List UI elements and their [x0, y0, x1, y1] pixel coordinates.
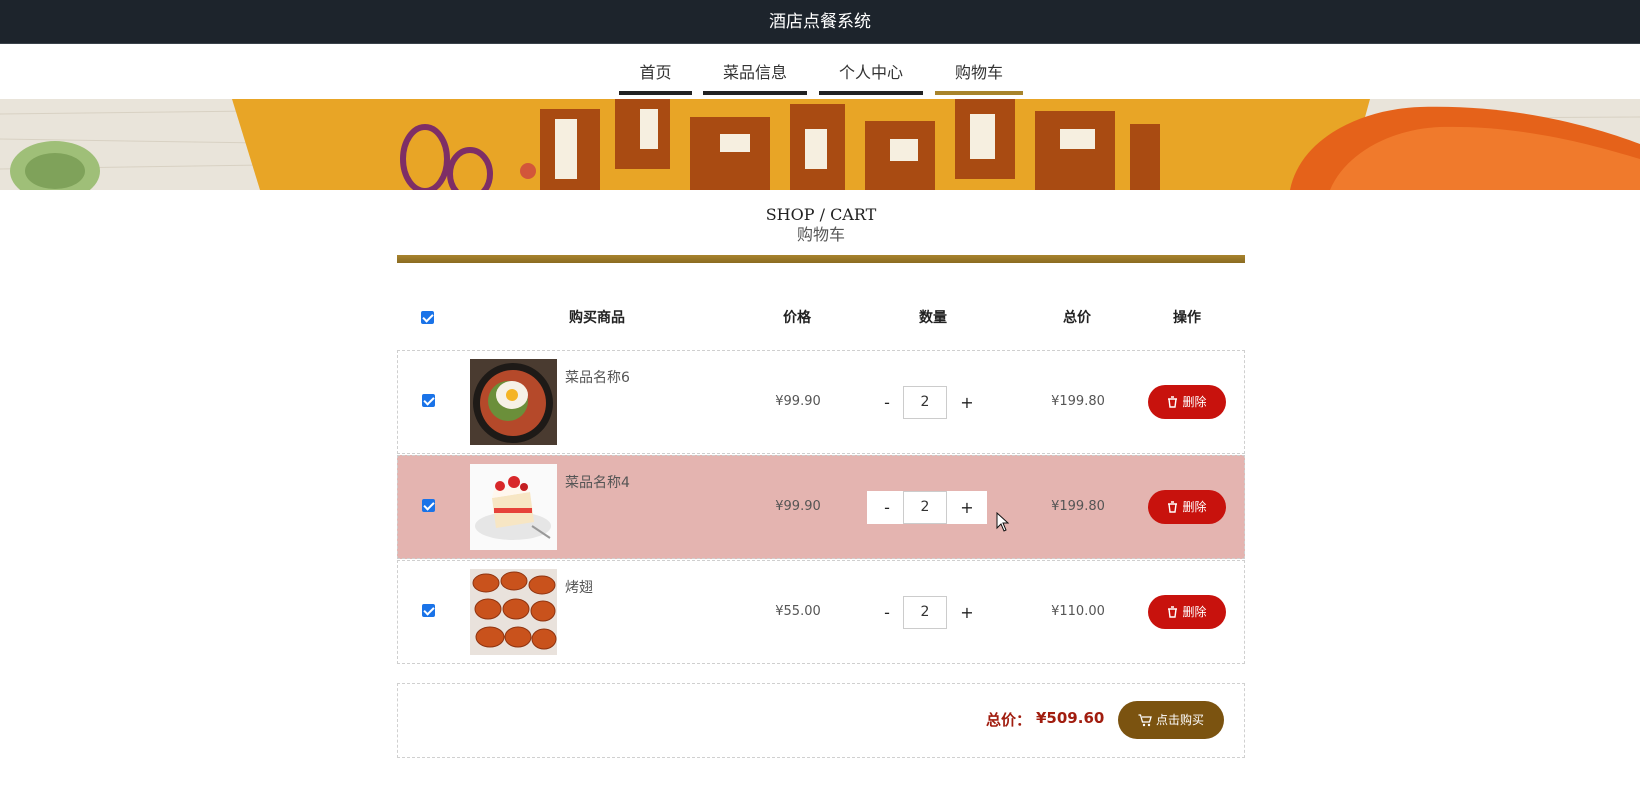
nav-home-label: 首页 [639, 63, 672, 82]
row-total: ¥199.80 [1051, 394, 1105, 409]
nav-profile[interactable]: 个人中心 [819, 58, 923, 95]
unit-price: ¥99.90 [775, 394, 821, 409]
qty-decrease-button[interactable]: - [867, 386, 907, 419]
header-action: 操作 [1173, 310, 1201, 326]
delete-label: 删除 [1182, 500, 1207, 514]
banner-image [0, 99, 1640, 190]
total-label: 总价： [986, 711, 1032, 729]
trash-icon [1167, 492, 1178, 526]
buy-button[interactable]: 点击购买 [1118, 701, 1224, 739]
section-heading: SHOP / CART 购物车 [397, 205, 1245, 245]
main-nav: 首页 菜品信息 个人中心 购物车 [0, 44, 1640, 99]
header-price: 价格 [783, 310, 811, 326]
qty-increase-button[interactable]: + [947, 596, 987, 629]
delete-button[interactable]: 删除 [1148, 490, 1226, 524]
qty-input[interactable]: 2 [903, 491, 947, 524]
delete-button[interactable]: 删除 [1148, 385, 1226, 419]
qty-increase-button[interactable]: + [947, 386, 987, 419]
app-title: 酒店点餐系统 [769, 12, 871, 32]
section-title-en: SHOP / CART [765, 205, 877, 224]
unit-price: ¥99.90 [775, 499, 821, 514]
select-all-checkbox[interactable] [421, 311, 434, 324]
section-divider [397, 255, 1245, 263]
unit-price: ¥55.00 [775, 604, 821, 619]
nav-dishes-label: 菜品信息 [722, 63, 787, 82]
row-total: ¥199.80 [1051, 499, 1105, 514]
dish-name[interactable]: 菜品名称6 [565, 367, 630, 387]
section-title-cn: 购物车 [796, 225, 845, 244]
row-checkbox[interactable] [422, 499, 435, 512]
delete-button[interactable]: 删除 [1148, 595, 1226, 629]
cart-table-header: 购买商品 价格 数量 总价 操作 [397, 298, 1245, 338]
nav-home[interactable]: 首页 [619, 58, 692, 95]
delete-label: 删除 [1182, 395, 1207, 409]
dish-image-cake [470, 464, 557, 550]
app-header: 酒店点餐系统 [0, 0, 1640, 44]
nav-dishes[interactable]: 菜品信息 [703, 58, 807, 95]
cart-icon [1138, 704, 1152, 742]
row-total: ¥110.00 [1051, 604, 1105, 619]
cart-row: 烤翅 ¥55.00 - 2 + ¥110.00 删除 [397, 560, 1245, 664]
qty-decrease-button[interactable]: - [867, 491, 907, 524]
cart-summary: 总价： ¥509.60 点击购买 [397, 683, 1245, 758]
header-quantity: 数量 [919, 310, 947, 326]
trash-icon [1167, 597, 1178, 631]
delete-label: 删除 [1182, 605, 1207, 619]
nav-cart-label: 购物车 [954, 63, 1003, 82]
header-total: 总价 [1063, 310, 1091, 326]
qty-input[interactable]: 2 [903, 386, 947, 419]
row-checkbox[interactable] [422, 604, 435, 617]
row-checkbox[interactable] [422, 394, 435, 407]
total-value: ¥509.60 [1036, 709, 1105, 727]
buy-label: 点击购买 [1155, 713, 1204, 727]
dish-image-wings [470, 569, 557, 655]
trash-icon [1167, 387, 1178, 421]
dish-image-bibimbap [470, 359, 557, 445]
qty-decrease-button[interactable]: - [867, 596, 907, 629]
mouse-cursor-icon [996, 511, 1010, 536]
qty-increase-button[interactable]: + [947, 491, 987, 524]
dish-name[interactable]: 菜品名称4 [565, 472, 630, 492]
nav-profile-label: 个人中心 [838, 63, 903, 82]
dish-name[interactable]: 烤翅 [565, 577, 593, 597]
cart-row: 菜品名称4 ¥99.90 - 2 + ¥199.80 删除 [397, 455, 1245, 559]
header-product: 购买商品 [569, 310, 625, 326]
cart-row: 菜品名称6 ¥99.90 - 2 + ¥199.80 删除 [397, 350, 1245, 454]
nav-cart[interactable]: 购物车 [935, 58, 1023, 95]
qty-input[interactable]: 2 [903, 596, 947, 629]
